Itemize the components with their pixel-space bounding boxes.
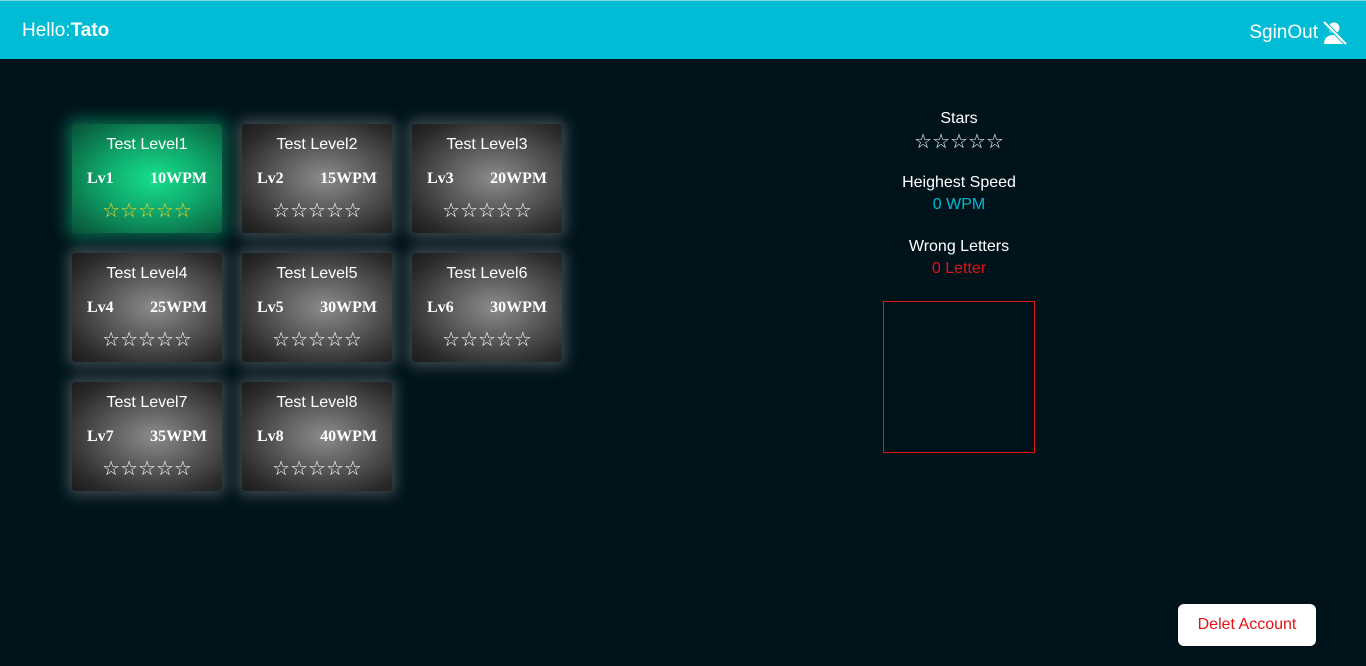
stars-label: Stars — [940, 110, 978, 127]
level-wpm: 25WPM — [150, 299, 207, 316]
delete-account-button[interactable]: Delet Account — [1178, 604, 1316, 646]
level-wpm: 15WPM — [320, 170, 377, 187]
signout-label: SginOut — [1249, 22, 1318, 43]
level-wpm: 30WPM — [490, 299, 547, 316]
level-card-3[interactable]: Test Level3 Lv3 20WPM ☆☆☆☆☆ — [412, 124, 562, 233]
level-grid: Test Level1 Lv1 10WPM ☆☆☆☆☆ Test Level2 … — [72, 124, 572, 494]
user-slash-icon — [1322, 20, 1348, 46]
level-title: Test Level8 — [276, 394, 358, 411]
level-card-5[interactable]: Test Level5 Lv5 30WPM ☆☆☆☆☆ — [242, 253, 392, 362]
level-stars-icon: ☆☆☆☆☆ — [272, 200, 362, 222]
level-number: Lv7 — [87, 428, 114, 445]
highest-speed-value: 0 WPM — [932, 196, 986, 213]
wrong-letters-label: Wrong Letters — [908, 238, 1010, 255]
level-number: Lv2 — [257, 170, 284, 187]
level-number: Lv5 — [257, 299, 284, 316]
wrong-letters-box — [883, 301, 1035, 453]
top-bar: Hello:Tato SginOut — [0, 0, 1366, 59]
signout-button[interactable]: SginOut — [1249, 20, 1348, 46]
level-card-6[interactable]: Test Level6 Lv6 30WPM ☆☆☆☆☆ — [412, 253, 562, 362]
highest-speed-label: Heighest Speed — [902, 174, 1016, 191]
level-title: Test Level2 — [276, 136, 358, 153]
level-stars-icon: ☆☆☆☆☆ — [442, 329, 532, 351]
level-wpm: 20WPM — [490, 170, 547, 187]
level-title: Test Level5 — [276, 265, 358, 282]
level-number: Lv4 — [87, 299, 114, 316]
level-number: Lv6 — [427, 299, 454, 316]
level-wpm: 35WPM — [150, 428, 207, 445]
level-title: Test Level3 — [446, 136, 528, 153]
level-card-2[interactable]: Test Level2 Lv2 15WPM ☆☆☆☆☆ — [242, 124, 392, 233]
level-number: Lv1 — [87, 170, 114, 187]
level-wpm: 10WPM — [150, 170, 207, 187]
greeting: Hello:Tato — [22, 20, 109, 42]
level-wpm: 30WPM — [320, 299, 377, 316]
wrong-letters-value: 0 Letter — [931, 260, 987, 277]
level-title: Test Level7 — [106, 394, 188, 411]
level-title: Test Level1 — [106, 136, 188, 153]
level-title: Test Level4 — [106, 265, 188, 282]
level-card-1[interactable]: Test Level1 Lv1 10WPM ☆☆☆☆☆ — [72, 124, 222, 233]
greeting-prefix: Hello: — [22, 20, 71, 41]
level-number: Lv3 — [427, 170, 454, 187]
level-stars-icon: ☆☆☆☆☆ — [102, 200, 192, 222]
level-wpm: 40WPM — [320, 428, 377, 445]
level-stars-icon: ☆☆☆☆☆ — [272, 329, 362, 351]
level-card-4[interactable]: Test Level4 Lv4 25WPM ☆☆☆☆☆ — [72, 253, 222, 362]
level-title: Test Level6 — [446, 265, 528, 282]
level-stars-icon: ☆☆☆☆☆ — [272, 458, 362, 480]
level-stars-icon: ☆☆☆☆☆ — [442, 200, 532, 222]
user-name: Tato — [70, 20, 110, 41]
level-card-7[interactable]: Test Level7 Lv7 35WPM ☆☆☆☆☆ — [72, 382, 222, 491]
level-card-8[interactable]: Test Level8 Lv8 40WPM ☆☆☆☆☆ — [242, 382, 392, 491]
level-stars-icon: ☆☆☆☆☆ — [102, 329, 192, 351]
stars-rating-icon: ☆☆☆☆☆ — [914, 131, 1004, 153]
level-stars-icon: ☆☆☆☆☆ — [102, 458, 192, 480]
level-number: Lv8 — [257, 428, 284, 445]
